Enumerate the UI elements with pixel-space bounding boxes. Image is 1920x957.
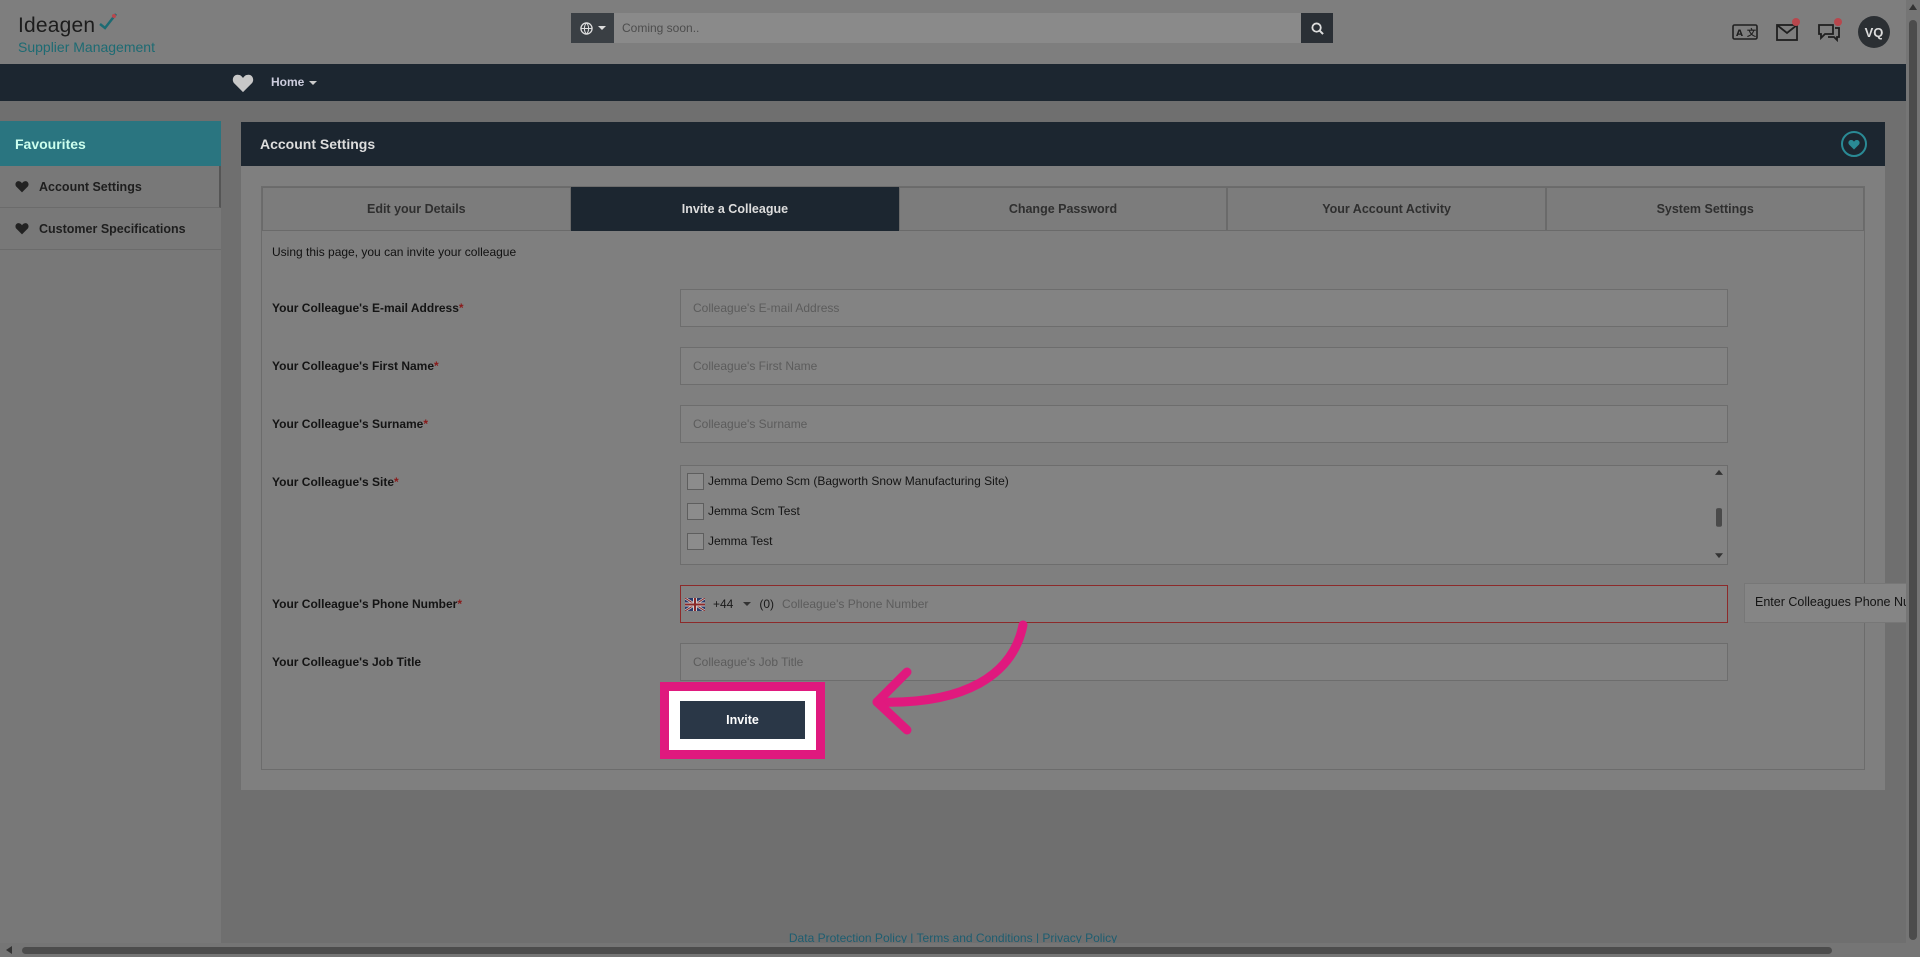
logo-tick-icon: [99, 13, 117, 30]
notification-dot: [1834, 18, 1842, 26]
heart-icon[interactable]: [232, 73, 254, 93]
sidebar-item-account-settings[interactable]: Account Settings: [0, 166, 221, 208]
globe-icon: [579, 21, 593, 35]
invite-card: Edit your Details Invite a Colleague Cha…: [261, 186, 1865, 770]
svg-text:A: A: [1736, 29, 1743, 39]
heart-icon: [15, 223, 29, 235]
phone-field: +44 (0): [680, 585, 1728, 623]
heart-icon: [15, 181, 29, 193]
uk-flag-icon[interactable]: [685, 597, 705, 611]
phone-tooltip: Enter Colleagues Phone Nu: [1744, 583, 1920, 623]
tab-change-password[interactable]: Change Password: [899, 187, 1227, 231]
horizontal-scrollbar[interactable]: [0, 943, 1920, 957]
envelope-icon: [1776, 23, 1798, 41]
search-input[interactable]: [614, 13, 1301, 43]
nav-bar: Home: [0, 64, 1906, 101]
messages-button[interactable]: [1774, 18, 1800, 43]
phone-label-text: Your Colleague's Phone Number: [272, 597, 458, 611]
heart-icon: [1848, 139, 1860, 149]
site-option[interactable]: Jemma Test: [681, 526, 1727, 556]
tab-invite-colleague[interactable]: Invite a Colleague: [570, 187, 900, 231]
account-settings-panel: Account Settings Edit your Details Invit…: [241, 122, 1885, 790]
surname-label-text: Your Colleague's Surname: [272, 417, 424, 431]
tab-edit-details[interactable]: Edit your Details: [262, 187, 571, 231]
phone-label: Your Colleague's Phone Number*: [272, 597, 462, 611]
site-option-label: Jemma Scm Test: [708, 504, 800, 518]
surname-label: Your Colleague's Surname*: [272, 417, 428, 431]
site-checkbox[interactable]: [687, 472, 704, 490]
job-title-label: Your Colleague's Job Title: [272, 655, 422, 669]
top-bar: Ideagen Supplier Management A文 VQ: [0, 0, 1906, 64]
scroll-up-icon[interactable]: [1909, 4, 1917, 10]
first-name-label: Your Colleague's First Name*: [272, 359, 439, 373]
site-checkbox[interactable]: [687, 502, 704, 520]
first-name-label-text: Your Colleague's First Name: [272, 359, 435, 373]
svg-text:文: 文: [1746, 27, 1757, 39]
site-label: Your Colleague's Site*: [272, 475, 399, 489]
chevron-down-icon[interactable]: [743, 602, 752, 606]
avatar[interactable]: VQ: [1858, 16, 1890, 48]
sidebar-item-label: Customer Specifications: [39, 221, 186, 236]
logo[interactable]: Ideagen Supplier Management: [18, 13, 155, 55]
translate-icon: A文: [1732, 24, 1758, 40]
site-option-label: Jemma Test: [708, 534, 773, 548]
chevron-down-icon: [597, 26, 606, 30]
email-label: Your Colleague's E-mail Address*: [272, 301, 464, 315]
chat-button[interactable]: [1816, 18, 1842, 43]
country-code[interactable]: +44: [713, 597, 733, 611]
surname-field[interactable]: [680, 405, 1728, 443]
pointer-arrow-icon: [872, 620, 1028, 735]
tab-account-activity[interactable]: Your Account Activity: [1226, 187, 1547, 231]
vertical-scrollbar[interactable]: [1906, 0, 1920, 943]
phone-input[interactable]: [782, 587, 1727, 621]
panel-header: Account Settings: [241, 122, 1885, 166]
site-option[interactable]: Jemma Demo Scm (Bagworth Snow Manufactur…: [681, 466, 1727, 496]
site-list[interactable]: Jemma Demo Scm (Bagworth Snow Manufactur…: [680, 465, 1728, 565]
nav-home[interactable]: Home: [271, 75, 318, 89]
site-label-text: Your Colleague's Site: [272, 475, 394, 489]
top-icons: A文 VQ: [1732, 16, 1890, 48]
invite-button[interactable]: Invite: [680, 701, 805, 739]
panel-title: Account Settings: [260, 136, 376, 152]
site-list-scrollbar[interactable]: [1711, 466, 1727, 564]
nav-home-label: Home: [271, 75, 305, 89]
notification-dot: [1792, 18, 1800, 26]
sidebar-heading: Favourites: [0, 121, 221, 166]
search-bar: [571, 13, 1333, 43]
first-name-field[interactable]: [680, 347, 1728, 385]
sidebar-item-customer-specifications[interactable]: Customer Specifications: [0, 208, 221, 250]
job-title-field[interactable]: [680, 643, 1728, 681]
email-field[interactable]: [680, 289, 1728, 327]
site-option-label: Jemma Demo Scm (Bagworth Snow Manufactur…: [708, 474, 1009, 488]
required-mark: *: [394, 475, 399, 489]
search-button[interactable]: [1301, 13, 1333, 43]
intro-text: Using this page, you can invite your col…: [272, 245, 517, 259]
required-mark: *: [423, 417, 429, 431]
site-checkbox[interactable]: [687, 532, 704, 550]
tabs: Edit your Details Invite a Colleague Cha…: [262, 187, 1864, 231]
email-label-text: Your Colleague's E-mail Address: [272, 301, 459, 315]
site-option[interactable]: Jemma Scm Test: [681, 496, 1727, 526]
scroll-left-icon[interactable]: [6, 946, 12, 954]
language-dropdown[interactable]: [571, 13, 614, 43]
vertical-scroll-thumb[interactable]: [1909, 20, 1917, 940]
search-icon: [1310, 21, 1324, 35]
logo-product: Supplier Management: [18, 39, 155, 55]
trunk-prefix: (0): [759, 597, 775, 611]
required-mark: *: [434, 359, 439, 373]
sidebar: Favourites Account Settings Customer Spe…: [0, 121, 221, 957]
required-mark: *: [457, 597, 462, 611]
translate-button[interactable]: A文: [1732, 21, 1758, 43]
logo-name: Ideagen: [18, 14, 96, 37]
tab-system-settings[interactable]: System Settings: [1546, 187, 1864, 231]
favourite-button[interactable]: [1841, 131, 1867, 157]
required-mark: *: [458, 301, 464, 315]
chevron-down-icon: [309, 80, 318, 85]
sidebar-item-label: Account Settings: [39, 179, 142, 194]
horizontal-scroll-thumb[interactable]: [22, 947, 1832, 954]
